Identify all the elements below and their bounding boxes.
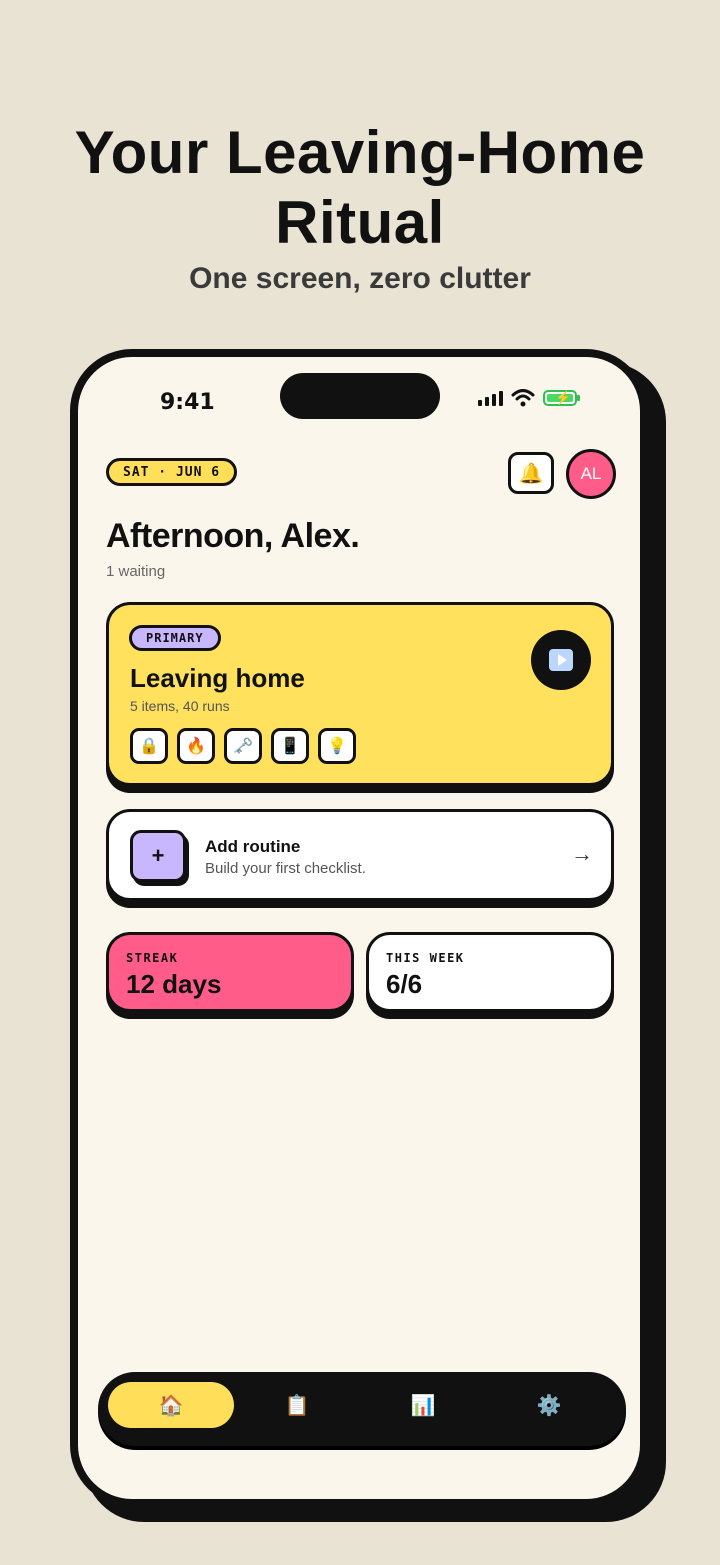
add-routine-subtitle: Build your first checklist. <box>205 860 366 877</box>
streak-value: 12 days <box>126 969 222 999</box>
date-pill: SAT · JUN 6 <box>106 458 238 486</box>
streak-card: STREAK 12 days <box>106 932 354 1012</box>
signal-icon <box>478 390 503 406</box>
phone-screen: 9:41 ⚡ SAT · JUN 6 🔔 AL Afternoon, Alex.… <box>78 357 640 1499</box>
tab-settings[interactable]: ⚙️ <box>486 1382 612 1428</box>
streak-label: STREAK <box>126 951 179 965</box>
avatar[interactable]: AL <box>566 449 616 499</box>
fire-icon: 🔥 <box>177 728 215 764</box>
tab-home[interactable]: 🏠 <box>108 1382 234 1428</box>
primary-badge: PRIMARY <box>129 625 221 651</box>
routine-items: 🔒 🔥 🗝️ 📱 💡 <box>130 728 356 764</box>
arrow-right-icon: → <box>571 841 593 866</box>
tab-routines[interactable]: 📋 <box>234 1382 360 1428</box>
phone-frame: 9:41 ⚡ SAT · JUN 6 🔔 AL Afternoon, Alex.… <box>70 349 648 1507</box>
routine-title: Leaving home <box>130 663 305 693</box>
greeting-title: Afternoon, Alex. <box>106 517 360 555</box>
tab-bar: 🏠 📋 📊 ⚙️ <box>98 1372 626 1446</box>
home-icon: 🏠 <box>158 1394 184 1417</box>
status-time: 9:41 <box>160 390 215 415</box>
tab-stats[interactable]: 📊 <box>360 1382 486 1428</box>
bell-icon: 🔔 <box>518 462 544 485</box>
primary-routine-card[interactable]: PRIMARY Leaving home 5 items, 40 runs 🔒 … <box>106 602 614 786</box>
add-routine-title: Add routine <box>205 837 301 856</box>
gear-icon: ⚙️ <box>536 1394 562 1417</box>
play-icon <box>549 649 573 671</box>
wifi-icon <box>511 389 535 407</box>
notifications-button[interactable]: 🔔 <box>508 452 554 494</box>
clipboard-icon: 📋 <box>284 1394 310 1417</box>
key-icon: 🗝️ <box>224 728 262 764</box>
add-routine-card[interactable]: + Add routine Build your first checklist… <box>106 809 614 901</box>
dynamic-island <box>280 373 440 419</box>
battery-icon: ⚡ <box>543 390 580 406</box>
lock-icon: 🔒 <box>130 728 168 764</box>
bar-chart-icon: 📊 <box>410 1394 436 1417</box>
routine-meta: 5 items, 40 runs <box>130 698 230 714</box>
page-headline: Your Leaving-Home Ritual <box>74 119 646 256</box>
this-week-label: THIS WEEK <box>386 951 465 965</box>
this-week-value: 6/6 <box>386 969 423 999</box>
phone-icon: 📱 <box>271 728 309 764</box>
plus-icon: + <box>130 830 186 882</box>
page-subheadline: One screen, zero clutter <box>189 262 531 295</box>
this-week-card: THIS WEEK 6/6 <box>366 932 614 1012</box>
status-icons: ⚡ <box>478 389 580 407</box>
lightbulb-icon: 💡 <box>318 728 356 764</box>
waiting-count: 1 waiting <box>106 563 166 580</box>
start-routine-button[interactable] <box>531 630 591 690</box>
